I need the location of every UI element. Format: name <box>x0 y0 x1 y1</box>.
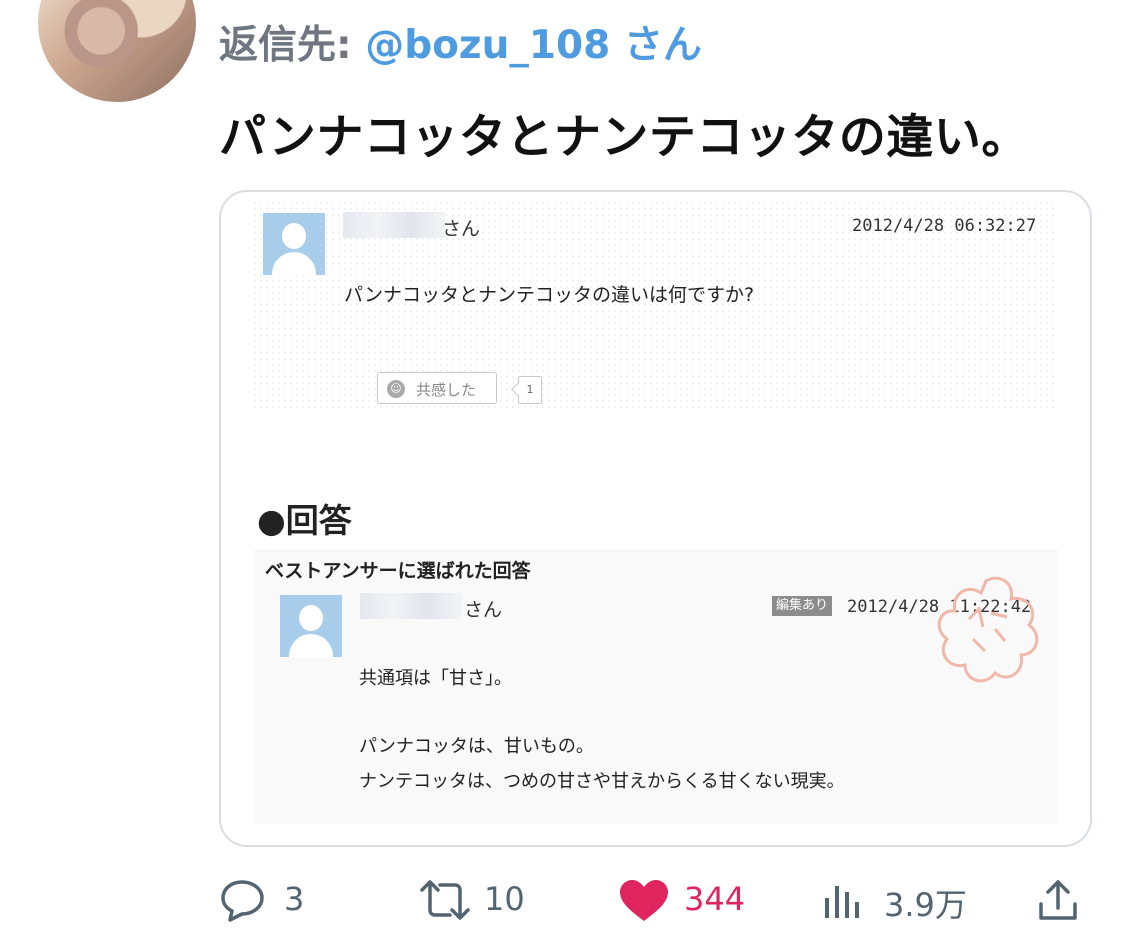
answers-heading: ●回答 <box>257 501 352 540</box>
question-text: パンナコッタとナンテコッタの違いは何ですか? <box>344 284 755 306</box>
user-placeholder-icon <box>263 213 325 275</box>
heart-icon <box>620 880 668 921</box>
smile-icon: ☺ <box>387 380 405 398</box>
blurred-username <box>343 212 445 238</box>
answer-user-suffix: さん <box>464 599 503 621</box>
views-icon <box>825 886 859 918</box>
like-count: 344 <box>684 880 746 918</box>
answer-line-3: ナンテコッタは、つめの甘さや甘えからくる甘くない現実。 <box>359 771 845 792</box>
user-placeholder-icon <box>280 595 342 657</box>
share-button[interactable] <box>1036 870 1086 930</box>
reply-button[interactable]: 3 <box>218 870 328 930</box>
views-count: 3.9万 <box>884 886 967 924</box>
best-answer-box: ベストアンサーに選ばれた回答 さん 編集あり 2012/4/28 11:22:4… <box>254 549 1058 824</box>
answer-line-2: パンナコッタは、甘いもの。 <box>359 736 594 757</box>
views-button[interactable]: 3.9万 <box>822 870 982 930</box>
empathy-button[interactable]: ☺ 共感した <box>377 372 497 404</box>
image-card[interactable]: さん 2012/4/28 06:32:27 パンナコッタとナンテコッタの違いは何… <box>219 190 1092 847</box>
answer-line-1: 共通項は「甘さ」。 <box>359 668 512 689</box>
retweet-button[interactable]: 10 <box>418 870 548 930</box>
retweet-icon <box>420 880 470 920</box>
reply-count: 3 <box>284 880 305 918</box>
reply-icon <box>221 880 264 922</box>
share-icon <box>1039 880 1077 920</box>
reply-handle-link[interactable]: @bozu_108 <box>365 23 610 68</box>
blurred-username <box>360 593 462 619</box>
avatar[interactable] <box>38 0 196 102</box>
question-box: さん 2012/4/28 06:32:27 パンナコッタとナンテコッタの違いは何… <box>252 200 1058 412</box>
edited-badge: 編集あり <box>772 596 833 616</box>
empathy-count: 1 <box>518 376 542 404</box>
question-user-suffix: さん <box>442 218 481 240</box>
like-button[interactable]: 344 <box>618 870 768 930</box>
tweet-text: パンナコッタとナンテコッタの違い。 <box>219 110 1029 165</box>
best-answer-label: ベストアンサーに選ばれた回答 <box>265 560 531 582</box>
reply-prefix: 返信先: <box>219 23 352 68</box>
reply-handle-suffix: さん <box>623 23 702 68</box>
empathy-label: 共感した <box>416 381 477 399</box>
question-timestamp: 2012/4/28 06:32:27 <box>852 216 1037 236</box>
reply-to-line: 返信先: @bozu_108 さん <box>219 14 702 70</box>
retweet-count: 10 <box>484 880 525 918</box>
action-bar: 3 10 344 3.9万 <box>0 870 1125 930</box>
best-answer-stamp-icon <box>937 576 1039 683</box>
